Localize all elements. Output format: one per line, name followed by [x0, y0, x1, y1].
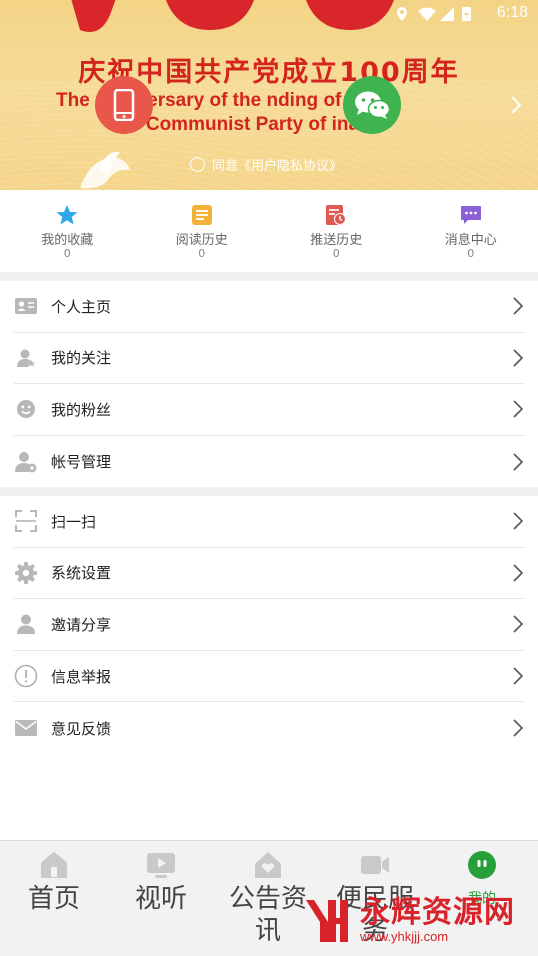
tab-audio-video[interactable]: 视听 — [111, 849, 211, 915]
chevron-right-icon — [513, 453, 524, 471]
chevron-right-icon — [513, 564, 524, 582]
menu-item-account-management[interactable]: 帐号管理 — [14, 436, 524, 488]
smiley-icon — [17, 400, 35, 419]
scan-icon — [15, 510, 37, 533]
phone-icon — [113, 89, 135, 121]
menu-item-label: 我的粉丝 — [51, 400, 112, 419]
user-gear-icon — [15, 451, 37, 473]
status-bar: 6:18 — [0, 0, 538, 28]
menu-section-tools: 扫一扫 系统设置 邀请分享 信息举报 意见反馈 — [0, 496, 538, 754]
menu-item-label: 个人主页 — [51, 297, 112, 316]
quick-label: 消息中心 — [444, 233, 497, 248]
quick-count: 0 — [332, 247, 340, 260]
quick-label: 推送历史 — [310, 233, 363, 248]
user-icon — [17, 614, 35, 635]
menu-item-label: 帐号管理 — [51, 453, 112, 472]
menu-item-label: 扫一扫 — [51, 512, 97, 531]
menu-item-label: 意见反馈 — [51, 719, 112, 738]
banner-next-chevron-icon[interactable] — [510, 95, 522, 115]
menu-item-scan[interactable]: 扫一扫 — [14, 496, 524, 548]
menu-item-label: 我的关注 — [51, 349, 112, 368]
watermark-url: www.yhkjjj.com — [360, 929, 449, 944]
quick-push-history[interactable]: 推送历史 0 — [269, 190, 404, 272]
menu-section-account: 个人主页 我的关注 我的粉丝 帐号管理 — [0, 281, 538, 488]
wechat-login-button[interactable] — [343, 76, 401, 134]
banner-title-cn: 庆祝中国共产党成立100周年 — [78, 57, 460, 88]
quick-count: 0 — [63, 247, 71, 260]
tab-label: 公告资讯 — [228, 884, 307, 946]
chevron-right-icon — [513, 297, 524, 315]
brand-logo-icon — [306, 900, 348, 942]
home-icon — [41, 852, 67, 878]
watermark-brand: 永辉资源网 — [360, 895, 515, 930]
house-heart-icon — [255, 852, 281, 878]
wechat-icon — [355, 91, 390, 119]
menu-item-feedback[interactable]: 意见反馈 — [14, 702, 524, 754]
chat-bubble-icon — [460, 206, 481, 224]
tab-home[interactable]: 首页 — [4, 849, 104, 915]
menu-item-report[interactable]: 信息举报 — [14, 651, 524, 703]
agree-radio-icon[interactable] — [190, 157, 205, 172]
menu-item-following[interactable]: 我的关注 — [14, 333, 524, 385]
chevron-right-icon — [513, 349, 524, 367]
quick-reading-history[interactable]: 阅读历史 0 — [135, 190, 270, 272]
tab-label: 视听 — [134, 884, 187, 914]
banner[interactable]: 6:18 庆祝中国共产党成立100周年 The Anniversary of t… — [0, 0, 538, 190]
quick-favorites[interactable]: 我的收藏 0 — [0, 190, 135, 272]
tab-label: 首页 — [27, 884, 80, 914]
star-icon — [56, 205, 78, 225]
document-icon — [191, 205, 212, 225]
user-face-icon — [468, 851, 496, 879]
play-icon — [147, 853, 175, 878]
clock-document-icon — [326, 205, 347, 225]
menu-item-profile[interactable]: 个人主页 — [14, 281, 524, 333]
chevron-right-icon — [513, 615, 524, 634]
quick-count: 0 — [467, 247, 475, 260]
chevron-right-icon — [513, 400, 524, 419]
menu-item-invite-share[interactable]: 邀请分享 — [14, 599, 524, 651]
privacy-agree-toggle[interactable]: 同意《用户隐私协议》 — [190, 155, 342, 174]
status-icons — [397, 7, 471, 21]
user-star-icon — [17, 349, 35, 367]
quick-label: 阅读历史 — [175, 233, 228, 248]
chevron-right-icon — [513, 719, 524, 737]
menu-item-label: 系统设置 — [51, 564, 112, 583]
menu-item-label: 邀请分享 — [51, 615, 112, 634]
exclamation-icon — [14, 664, 38, 688]
camera-icon — [361, 856, 389, 874]
menu-item-settings[interactable]: 系统设置 — [14, 548, 524, 600]
quick-count: 0 — [198, 247, 206, 260]
section-divider — [0, 487, 538, 496]
quick-links: 我的收藏 0 阅读历史 0 推送历史 0 消息中心 0 — [0, 190, 538, 272]
status-time: 6:18 — [496, 4, 528, 21]
agree-text: 同意《用户隐私协议》 — [212, 159, 343, 174]
envelope-icon — [15, 720, 37, 737]
banner-title-en-line2: e Communist Party of ina — [130, 114, 360, 135]
chevron-right-icon — [513, 667, 524, 685]
section-divider — [0, 272, 538, 281]
id-card-icon — [15, 298, 37, 315]
menu-item-label: 信息举报 — [51, 667, 112, 686]
watermark: 永辉资源网 www.yhkjjj.com — [300, 892, 515, 948]
menu-item-fans[interactable]: 我的粉丝 — [14, 384, 524, 436]
quick-label: 我的收藏 — [41, 233, 94, 248]
dove-graphic — [80, 151, 130, 189]
phone-login-button[interactable] — [95, 76, 153, 134]
chevron-right-icon — [513, 512, 524, 530]
gear-icon — [15, 561, 37, 584]
quick-message-center[interactable]: 消息中心 0 — [404, 190, 538, 272]
